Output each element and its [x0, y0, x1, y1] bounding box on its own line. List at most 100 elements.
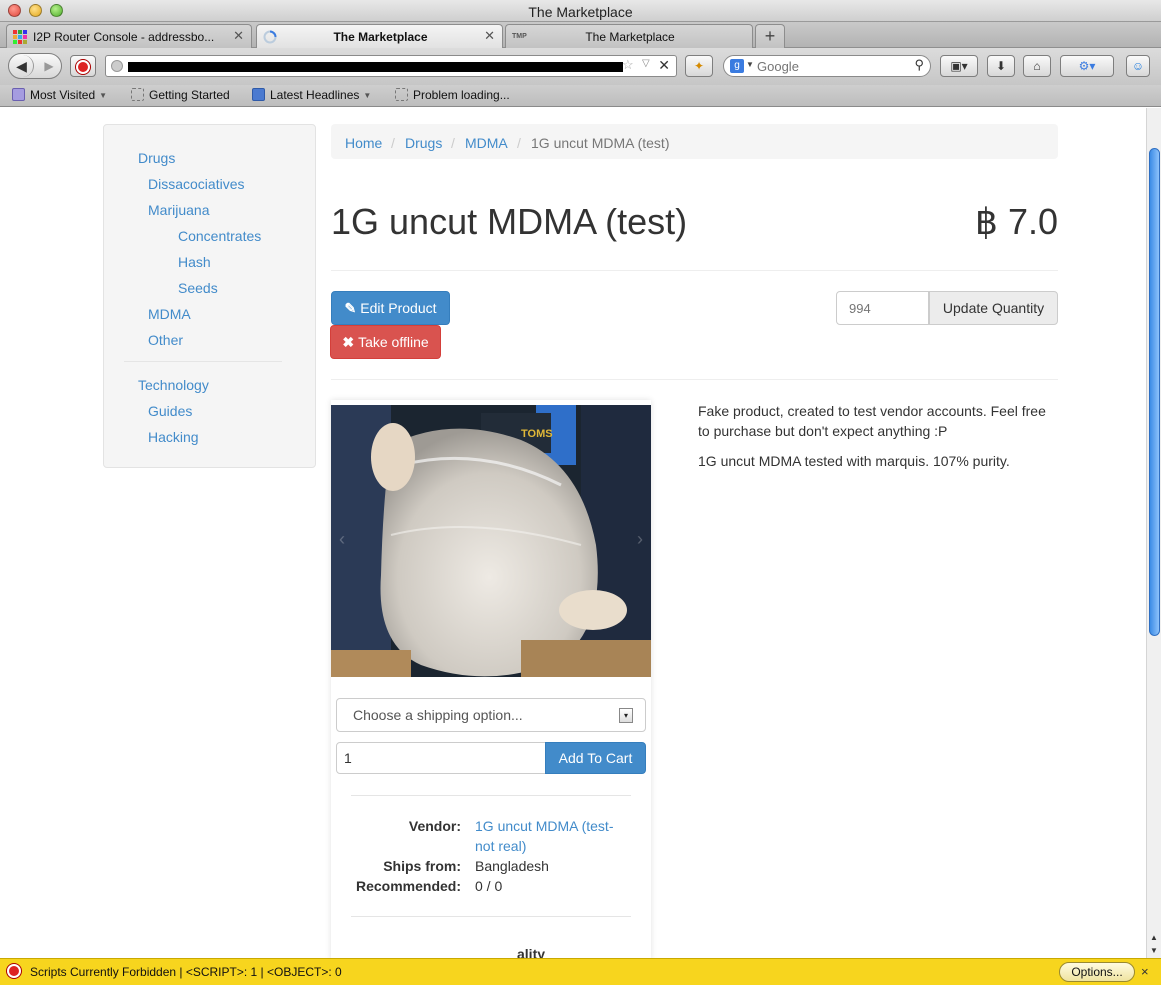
home-button[interactable]: ⌂ — [1023, 55, 1051, 77]
forward-button[interactable]: ▶ — [39, 55, 59, 77]
divider — [331, 379, 1058, 380]
noscript-icon[interactable] — [7, 964, 21, 978]
site-identity-icon[interactable] — [111, 60, 123, 72]
bookmark-problem-loading[interactable]: Problem loading... — [395, 88, 510, 102]
page-scrollbar[interactable]: ▲ ▼ — [1146, 108, 1161, 958]
sidebar-item-drugs[interactable]: Drugs — [138, 150, 175, 166]
sidebar-item-hacking[interactable]: Hacking — [148, 429, 199, 445]
bookmark-getting-started[interactable]: Getting Started — [131, 88, 230, 102]
url-bar[interactable]: ☆ ▽ ✕ — [105, 55, 677, 77]
tab-marketplace[interactable]: TMP The Marketplace — [505, 24, 753, 48]
bookmark-star-icon[interactable]: ☆ — [622, 57, 634, 73]
bookmark-most-visited[interactable]: Most Visited ▼ — [12, 88, 107, 102]
scrollbar-thumb[interactable] — [1149, 148, 1160, 636]
window-titlebar: The Marketplace — [0, 0, 1161, 22]
bookmarks-toolbar: Most Visited ▼ Getting Started Latest Hea… — [0, 85, 1161, 107]
sidebar-item-mdma[interactable]: MDMA — [148, 306, 191, 322]
noscript-button[interactable] — [70, 55, 96, 77]
back-button[interactable]: ◀ — [10, 55, 34, 77]
options-button[interactable]: Options... — [1059, 962, 1135, 982]
noscript-status-bar: Scripts Currently Forbidden | <SCRIPT>: … — [0, 958, 1161, 985]
take-offline-button[interactable]: ✖ Take offline — [330, 325, 441, 359]
sidebar-item-technology[interactable]: Technology — [138, 377, 209, 393]
description-paragraph: Fake product, created to test vendor acc… — [698, 403, 1046, 439]
chevron-down-icon: ▼ — [99, 91, 108, 100]
tab-marketplace-active[interactable]: The Marketplace ✕ — [256, 24, 503, 48]
breadcrumb-mdma[interactable]: MDMA — [465, 135, 508, 151]
back-forward-group: ◀ ▶ — [8, 53, 62, 79]
description-paragraph: 1G uncut MDMA tested with marquis. 107% … — [698, 453, 1010, 469]
product-card: TOMS ‹ › Choose a shipping option... ▾ A… — [331, 400, 651, 958]
addon-icon: ✦ — [693, 59, 705, 73]
folder-icon — [12, 88, 25, 101]
edit-product-button[interactable]: ✎ Edit Product — [331, 291, 450, 325]
page-icon — [395, 88, 408, 101]
cart-quantity-input[interactable] — [336, 742, 546, 774]
proxy-button[interactable]: ⚙▾ — [1060, 55, 1114, 77]
pencil-icon: ✎ — [344, 300, 357, 316]
divider — [351, 795, 631, 796]
tab-i2p-console[interactable]: I2P Router Console - addressbo... ✕ — [6, 24, 252, 48]
sidebar-item-other[interactable]: Other — [148, 332, 183, 348]
carousel-prev-icon[interactable]: ‹ — [339, 529, 345, 550]
product-price: ฿ 7.0 — [975, 201, 1058, 242]
breadcrumb-separator: / — [517, 135, 521, 151]
search-icon[interactable]: ⚲ — [914, 57, 924, 73]
scroll-down-icon[interactable]: ▼ — [1150, 946, 1158, 955]
svg-text:TOMS: TOMS — [521, 428, 553, 440]
navigation-toolbar: ◀ ▶ ☆ ▽ ✕ ✦ g ▼ ⚲ ▣▾ ⬇ ⌂ ⚙▾ ☺ — [0, 48, 1161, 85]
stock-quantity-input[interactable] — [836, 291, 929, 325]
downloads-button[interactable]: ⬇ — [987, 55, 1015, 77]
new-tab-button[interactable]: + — [755, 24, 785, 48]
home-icon: ⌂ — [1033, 59, 1041, 73]
page-icon — [131, 88, 144, 101]
sidebar-item-guides[interactable]: Guides — [148, 403, 192, 419]
close-icon[interactable]: × — [1141, 964, 1149, 979]
breadcrumb-separator: / — [391, 135, 395, 151]
addon-button[interactable]: ✦ — [685, 55, 713, 77]
sidebar-item-seeds[interactable]: Seeds — [178, 280, 218, 296]
i2p-favicon-icon — [13, 30, 27, 44]
shipping-option-select[interactable]: Choose a shipping option... ▾ — [336, 698, 646, 732]
redacted-url — [128, 62, 623, 72]
vendor-link-line1[interactable]: 1G uncut MDMA (test- — [475, 818, 613, 834]
sidebar-item-hash[interactable]: Hash — [178, 254, 211, 270]
sidebar-item-concentrates[interactable]: Concentrates — [178, 228, 261, 244]
bookmark-label: Most Visited — [30, 88, 96, 102]
sidebar-item-marijuana[interactable]: Marijuana — [148, 202, 209, 218]
vendor-link-line2[interactable]: not real) — [475, 838, 526, 854]
scroll-up-icon[interactable]: ▲ — [1150, 933, 1158, 942]
google-engine-icon[interactable]: g — [730, 59, 744, 73]
history-dropdown-icon[interactable]: ▽ — [642, 58, 650, 69]
quality-heading-partial: ality — [517, 946, 546, 958]
bookmarks-menu-button[interactable]: ▣▾ — [940, 55, 978, 77]
carousel-next-icon[interactable]: › — [637, 529, 643, 550]
proxy-icon: ⚙▾ — [1078, 59, 1096, 73]
search-box[interactable]: g ▼ ⚲ — [723, 55, 931, 77]
bookmark-latest-headlines[interactable]: Latest Headlines ▼ — [252, 88, 371, 102]
breadcrumb: Home / Drugs / MDMA / 1G uncut MDMA (tes… — [331, 124, 1058, 159]
tab-strip: I2P Router Console - addressbo... ✕ The … — [0, 22, 1161, 48]
engine-dropdown-icon[interactable]: ▼ — [746, 60, 754, 69]
chevron-down-icon: ▾ — [619, 708, 633, 723]
update-quantity-button[interactable]: Update Quantity — [929, 291, 1058, 325]
product-description: Fake product, created to test vendor acc… — [698, 401, 1058, 481]
close-tab-icon[interactable]: ✕ — [484, 28, 495, 44]
rss-icon — [252, 88, 265, 101]
extension-button[interactable]: ☺ — [1126, 55, 1150, 77]
add-to-cart-button[interactable]: Add To Cart — [545, 742, 646, 774]
recommended-label: Recommended: — [355, 878, 461, 894]
breadcrumb-drugs[interactable]: Drugs — [405, 135, 442, 151]
sidebar-item-dissacociatives[interactable]: Dissacociatives — [148, 176, 244, 192]
close-tab-icon[interactable]: ✕ — [233, 28, 244, 44]
tab-label: I2P Router Console - addressbo... — [33, 30, 215, 44]
ships-from-label: Ships from: — [383, 858, 461, 874]
product-image: TOMS ‹ › — [331, 405, 651, 677]
vendor-label: Vendor: — [408, 818, 461, 834]
download-arrow-icon: ⬇ — [995, 59, 1007, 73]
breadcrumb-home[interactable]: Home — [345, 135, 382, 151]
search-input[interactable] — [757, 58, 907, 74]
bookmarks-icon: ▣▾ — [950, 59, 968, 73]
window-title: The Marketplace — [528, 4, 633, 20]
stop-icon[interactable]: ✕ — [658, 57, 670, 74]
